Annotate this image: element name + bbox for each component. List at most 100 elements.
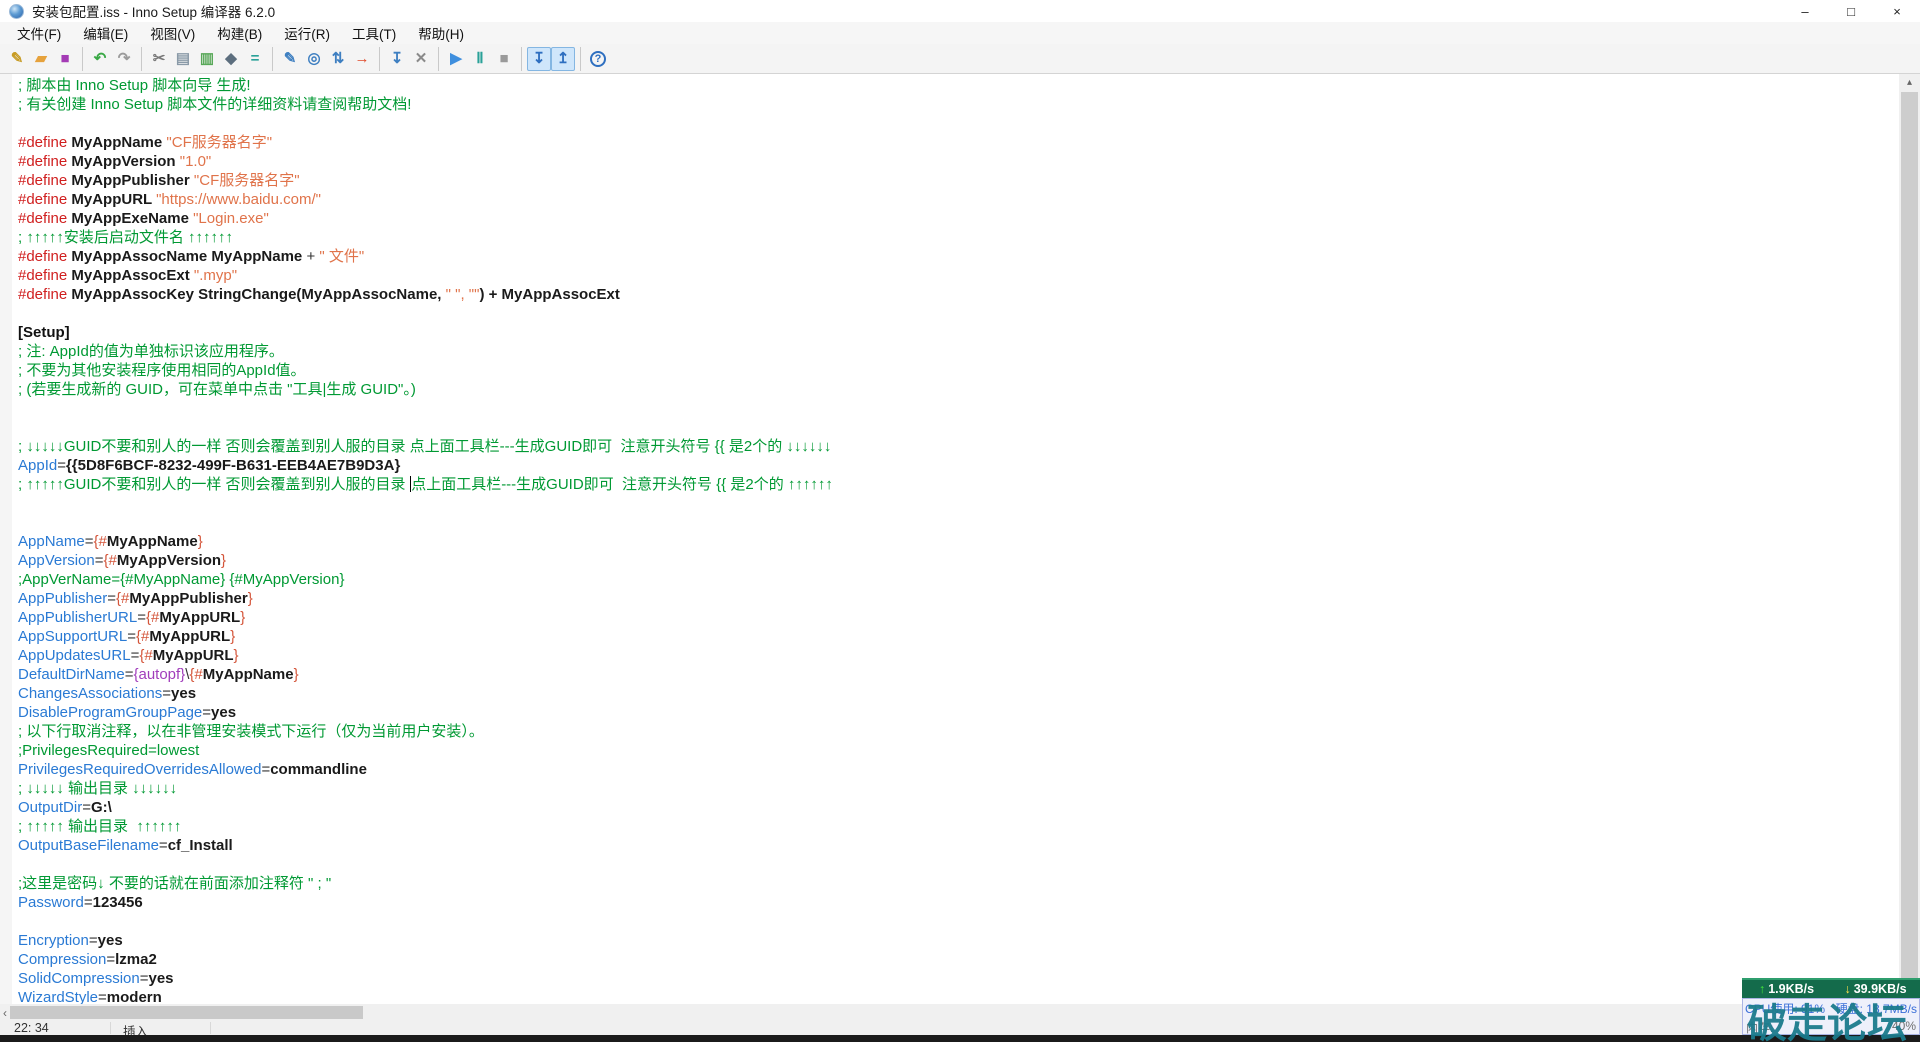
code-line[interactable]: ; 注: AppId的值为单独标识该应用程序。 <box>12 342 1899 361</box>
menu-item-3[interactable]: 构建(B) <box>206 21 273 45</box>
code-line[interactable]: #define MyAppVersion "1.0" <box>12 152 1899 171</box>
code-token: MyAppURL <box>152 647 234 664</box>
code-line[interactable]: AppSupportURL={#MyAppURL} <box>12 627 1899 646</box>
code-line[interactable]: ; 以下行取消注释，以在非管理安装模式下运行（仅为当前用户安装）。 <box>12 722 1899 741</box>
code-line[interactable]: ; 脚本由 Inno Setup 脚本向导 生成! <box>12 76 1899 95</box>
save-file-button[interactable]: ■ <box>53 47 77 71</box>
code-line[interactable]: DefaultDirName={autopf}\{#MyAppName} <box>12 665 1899 684</box>
code-token: ; 不要为其他安装程序使用相同的AppId值。 <box>18 362 306 379</box>
find-replace-button[interactable]: ⇅ <box>326 47 350 71</box>
code-line[interactable]: #define MyAppName "CF服务器名字" <box>12 133 1899 152</box>
code-line[interactable]: #define MyAppPublisher "CF服务器名字" <box>12 171 1899 190</box>
code-line[interactable]: PrivilegesRequiredOverridesAllowed=comma… <box>12 760 1899 779</box>
code-line[interactable]: ; ↓↓↓↓↓GUID不要和别人的一样 否则会覆盖到别人服的目录 点上面工具栏-… <box>12 437 1899 456</box>
code-token: } <box>233 647 239 664</box>
code-line[interactable]: SolidCompression=yes <box>12 969 1899 988</box>
code-line[interactable] <box>12 114 1899 133</box>
menu-item-2[interactable]: 视图(V) <box>139 21 206 45</box>
copy-button[interactable]: ▤ <box>171 47 195 71</box>
code-token: "CF服务器名字" <box>166 134 273 151</box>
goto-line-button[interactable]: → <box>350 47 374 71</box>
code-line[interactable]: ; ↑↑↑↑↑ 输出目录 ↑↑↑↑↑↑ <box>12 817 1899 836</box>
code-line[interactable]: ; ↓↓↓↓↓ 输出目录 ↓↓↓↓↓↓ <box>12 779 1899 798</box>
code-line[interactable]: ; (若要生成新的 GUID，可在菜单中点击 "工具|生成 GUID"。) <box>12 380 1899 399</box>
code-line[interactable]: ; 有关创建 Inno Setup 脚本文件的详细资料请查阅帮助文档! <box>12 95 1899 114</box>
close-button[interactable]: × <box>1874 0 1920 22</box>
code-line[interactable]: ; ↑↑↑↑↑GUID不要和别人的一样 否则会覆盖到别人服的目录 点上面工具栏-… <box>12 475 1899 494</box>
new-script-button[interactable]: ✎ <box>5 47 29 71</box>
open-file-button[interactable]: ▰ <box>29 47 53 71</box>
code-line[interactable]: Password=123456 <box>12 893 1899 912</box>
code-token: #define <box>18 172 68 189</box>
menu-item-6[interactable]: 帮助(H) <box>407 21 475 45</box>
code-line[interactable]: #define MyAppAssocName MyAppName + " 文件" <box>12 247 1899 266</box>
code-line[interactable]: #define MyAppAssocKey StringChange(MyApp… <box>12 285 1899 304</box>
code-line[interactable]: ;这里是密码↓ 不要的话就在前面添加注释符 " ; " <box>12 874 1899 893</box>
code-line[interactable]: #define MyAppURL "https://www.baidu.com/… <box>12 190 1899 209</box>
vertical-scrollbar-thumb[interactable] <box>1901 92 1918 986</box>
compile-button[interactable]: ◆ <box>219 47 243 71</box>
code-token: } <box>221 552 227 569</box>
code-line[interactable] <box>12 494 1899 513</box>
code-line[interactable] <box>12 513 1899 532</box>
step-compile-icon: ↧ <box>390 50 404 67</box>
code-token: #define <box>18 267 68 284</box>
target-setup-button[interactable]: ↧ <box>527 46 551 71</box>
code-line[interactable]: OutputDir=G:\ <box>12 798 1899 817</box>
run-button[interactable]: ▶ <box>444 47 468 71</box>
code-line[interactable]: ;AppVerName={#MyAppName} {#MyAppVersion} <box>12 570 1899 589</box>
code-line[interactable] <box>12 912 1899 931</box>
pause-icon: Ⅱ <box>476 50 484 67</box>
code-line[interactable]: AppUpdatesURL={#MyAppURL} <box>12 646 1899 665</box>
code-line[interactable]: ;PrivilegesRequired=lowest <box>12 741 1899 760</box>
compiler-output-button[interactable]: = <box>243 47 267 71</box>
code-line[interactable] <box>12 399 1899 418</box>
help-button[interactable]: ? <box>586 47 610 71</box>
code-line[interactable]: [Setup] <box>12 323 1899 342</box>
code-line[interactable]: ChangesAssociations=yes <box>12 684 1899 703</box>
paste-button[interactable]: ▥ <box>195 47 219 71</box>
stop-button[interactable]: ■ <box>492 47 516 71</box>
menu-item-1[interactable]: 编辑(E) <box>72 21 139 45</box>
code-line[interactable]: Encryption=yes <box>12 931 1899 950</box>
code-line[interactable]: #define MyAppExeName "Login.exe" <box>12 209 1899 228</box>
pause-button[interactable]: Ⅱ <box>468 47 492 71</box>
code-line[interactable]: ; 不要为其他安装程序使用相同的AppId值。 <box>12 361 1899 380</box>
menu-item-0[interactable]: 文件(F) <box>6 21 72 45</box>
code-line[interactable]: OutputBaseFilename=cf_Install <box>12 836 1899 855</box>
code-line[interactable]: AppPublisher={#MyAppPublisher} <box>12 589 1899 608</box>
target-uninstall-button[interactable]: ↥ <box>551 46 575 71</box>
code-line[interactable]: ; ↑↑↑↑↑安装后启动文件名 ↑↑↑↑↑↑ <box>12 228 1899 247</box>
script-editor[interactable]: ; 脚本由 Inno Setup 脚本向导 生成! ; 有关创建 Inno Set… <box>0 74 1899 1004</box>
scroll-left-arrow-icon[interactable]: ‹ <box>0 1004 10 1021</box>
code-line[interactable] <box>12 418 1899 437</box>
code-line[interactable]: Compression=lzma2 <box>12 950 1899 969</box>
cut-button[interactable]: ✂ <box>147 47 171 71</box>
maximize-button[interactable]: □ <box>1828 0 1874 22</box>
code-line[interactable]: AppPublisherURL={#MyAppURL} <box>12 608 1899 627</box>
redo-button[interactable]: ↷ <box>112 47 136 71</box>
code-line[interactable]: WizardStyle=modern <box>12 988 1899 1004</box>
horizontal-scrollbar[interactable]: ‹ › <box>0 1004 1899 1021</box>
find-button[interactable]: ◎ <box>302 47 326 71</box>
horizontal-scrollbar-thumb[interactable] <box>10 1006 363 1019</box>
menu-item-5[interactable]: 工具(T) <box>341 21 407 45</box>
edit-script-button[interactable]: ✎ <box>278 47 302 71</box>
code-line[interactable] <box>12 855 1899 874</box>
scroll-up-arrow-icon[interactable]: ▴ <box>1899 74 1920 91</box>
step-compile-button[interactable]: ↧ <box>385 47 409 71</box>
code-line[interactable]: DisableProgramGroupPage=yes <box>12 703 1899 722</box>
abort-compile-button[interactable]: ✕ <box>409 47 433 71</box>
code-token: ; ↑↑↑↑↑ 输出目录 ↑↑↑↑↑↑ <box>18 818 182 835</box>
code-line[interactable]: AppId={{5D8F6BCF-8232-499F-B631-EEB4AE7B… <box>12 456 1899 475</box>
code-token: } <box>240 609 246 626</box>
minimize-button[interactable]: – <box>1782 0 1828 22</box>
code-line[interactable]: AppVersion={#MyAppVersion} <box>12 551 1899 570</box>
editor-gutter <box>0 74 12 1004</box>
menu-item-4[interactable]: 运行(R) <box>273 21 341 45</box>
undo-button[interactable]: ↶ <box>88 47 112 71</box>
code-line[interactable]: #define MyAppAssocExt ".myp" <box>12 266 1899 285</box>
code-line[interactable] <box>12 304 1899 323</box>
vertical-scrollbar[interactable]: ▴ ▾ <box>1899 74 1920 1004</box>
code-line[interactable]: AppName={#MyAppName} <box>12 532 1899 551</box>
